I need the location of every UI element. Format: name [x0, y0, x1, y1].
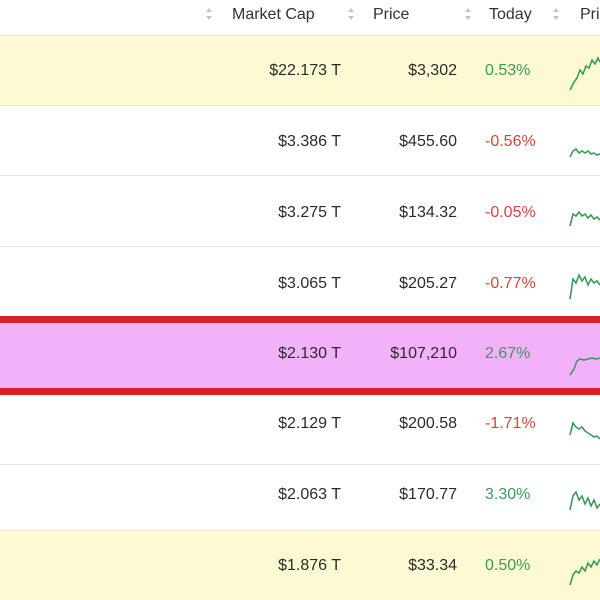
table-header: Market Cap Price Today Pric — [0, 0, 600, 36]
sparkline-chart — [568, 405, 600, 445]
market-cap-cell: $3.275 T — [278, 204, 341, 221]
sparkline-chart — [568, 476, 600, 516]
column-header-price-chart[interactable]: Pric — [580, 0, 600, 36]
table-row[interactable]: $3.275 T $134.32 -0.05% — [0, 177, 600, 247]
market-cap-cell: $1.876 T — [278, 557, 341, 574]
sparkline-chart — [568, 547, 600, 587]
today-change-cell: -0.05% — [485, 204, 536, 221]
table-row[interactable]: $22.173 T $3,302 0.53% — [0, 36, 600, 106]
sparkline-chart — [568, 123, 600, 163]
market-cap-table: Market Cap Price Today Pric $22.173 T $3… — [0, 0, 600, 600]
column-header-today[interactable]: Today — [489, 0, 532, 36]
today-change-cell: 0.50% — [485, 557, 531, 574]
price-cell: $33.34 — [408, 557, 457, 574]
table-row[interactable]: $2.129 T $200.58 -1.71% — [0, 395, 600, 465]
today-change-cell: 2.67% — [485, 345, 531, 362]
market-cap-cell: $22.173 T — [269, 62, 341, 79]
price-cell: $455.60 — [399, 133, 457, 150]
table-row[interactable]: $3.065 T $205.27 -0.77% — [0, 247, 600, 317]
price-cell: $134.32 — [399, 204, 457, 221]
table-row[interactable]: $2.063 T $170.77 3.30% — [0, 461, 600, 531]
market-cap-cell: $3.065 T — [278, 275, 341, 292]
table-row-selected[interactable]: $2.130 T $107,210 2.67% — [0, 316, 600, 395]
sparkline-chart — [568, 265, 600, 305]
table-row[interactable]: $3.386 T $455.60 -0.56% — [0, 106, 600, 176]
price-cell: $200.58 — [399, 415, 457, 432]
table-row[interactable]: $1.876 T $33.34 0.50% — [0, 531, 600, 600]
today-change-cell: -0.77% — [485, 275, 536, 292]
today-change-cell: -1.71% — [485, 415, 536, 432]
sort-icon[interactable] — [347, 6, 355, 22]
column-header-price[interactable]: Price — [373, 0, 409, 36]
price-cell: $205.27 — [399, 275, 457, 292]
today-change-cell: 3.30% — [485, 486, 531, 503]
market-cap-cell: $2.129 T — [278, 415, 341, 432]
price-cell: $107,210 — [390, 345, 457, 362]
sort-icon[interactable] — [205, 6, 213, 22]
sort-icon[interactable] — [464, 6, 472, 22]
sparkline-chart — [568, 52, 600, 92]
price-cell: $170.77 — [399, 486, 457, 503]
price-cell: $3,302 — [408, 62, 457, 79]
sort-icon[interactable] — [552, 6, 560, 22]
sparkline-chart — [568, 194, 600, 234]
today-change-cell: -0.56% — [485, 133, 536, 150]
sparkline-chart — [568, 337, 600, 377]
today-change-cell: 0.53% — [485, 62, 531, 79]
market-cap-cell: $2.130 T — [278, 345, 341, 362]
column-header-market-cap[interactable]: Market Cap — [232, 0, 315, 36]
market-cap-cell: $3.386 T — [278, 133, 341, 150]
market-cap-cell: $2.063 T — [278, 486, 341, 503]
